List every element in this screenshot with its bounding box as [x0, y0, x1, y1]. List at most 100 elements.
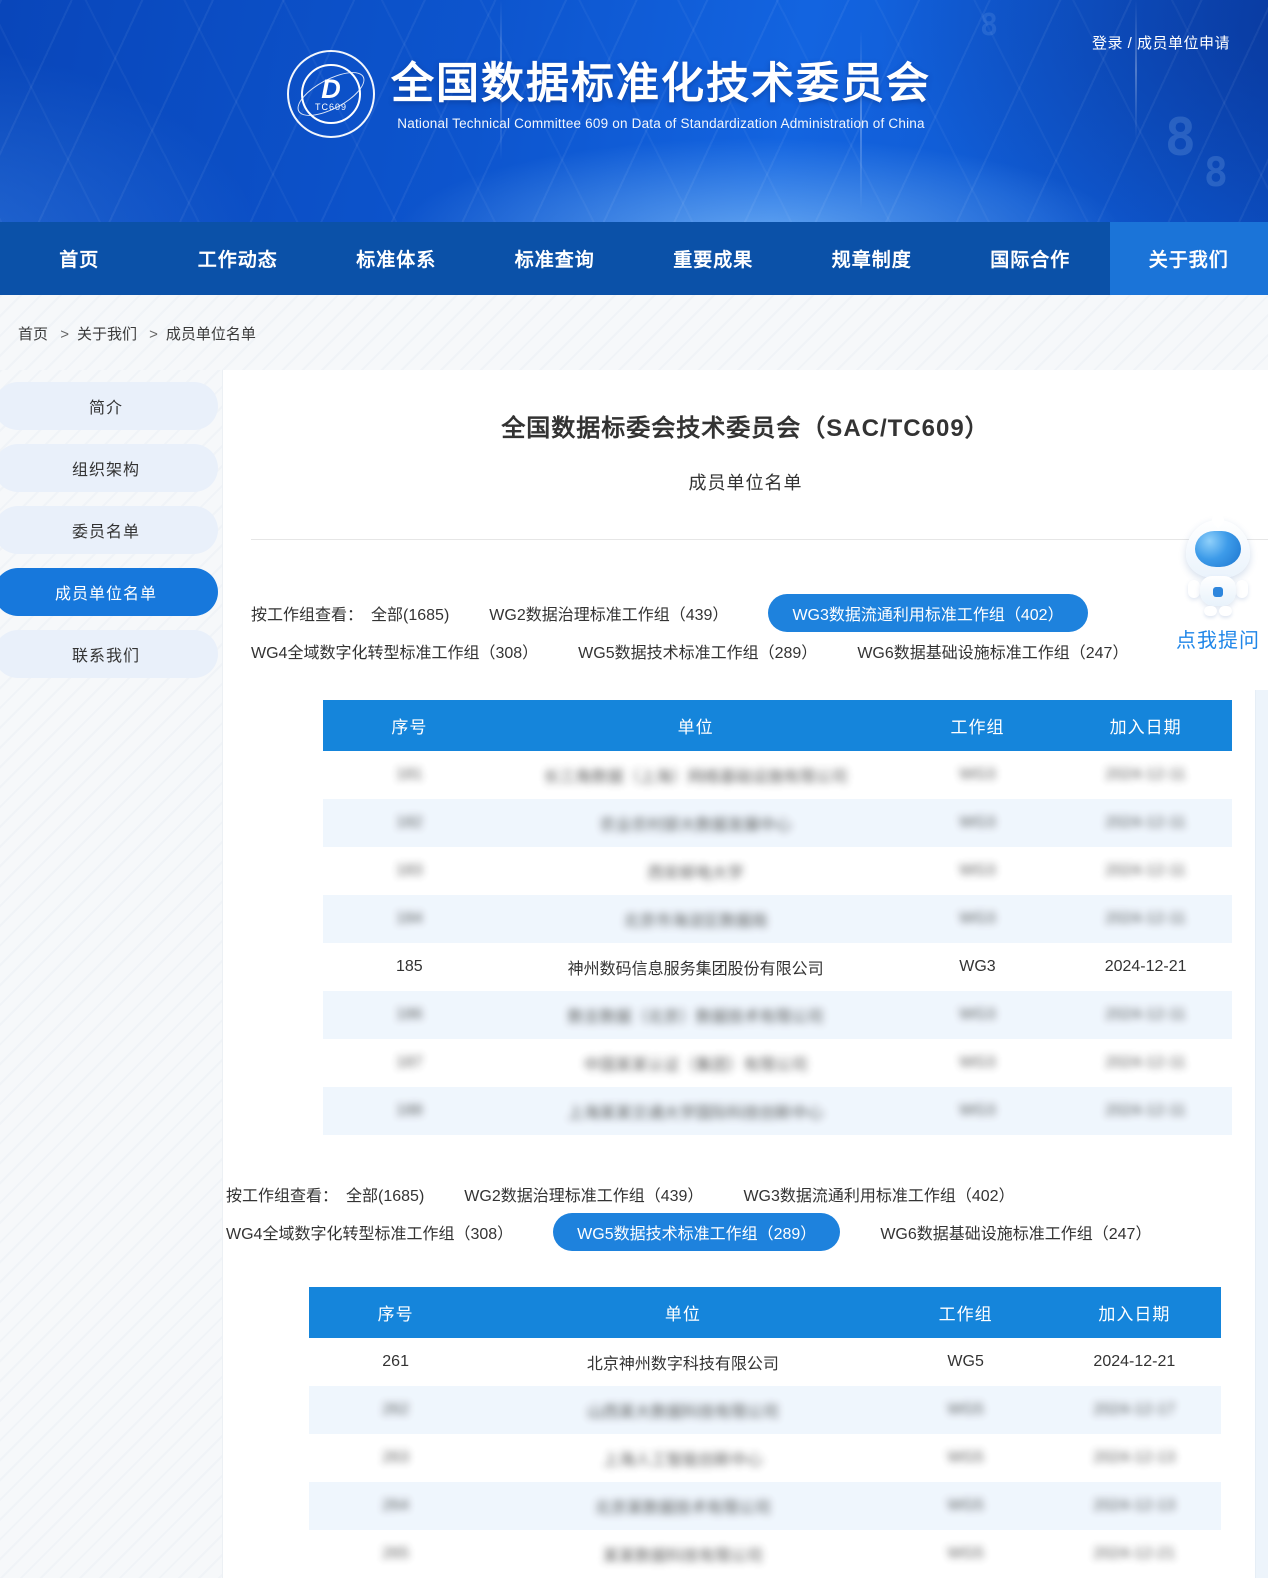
site-subtitle-en: National Technical Committee 609 on Data… [391, 116, 931, 131]
sidebar-item[interactable]: 联系我们 [0, 630, 218, 678]
site-title: 全国数据标准化技术委员会 [391, 58, 931, 110]
filter-option[interactable]: 全部(1685) [371, 594, 449, 632]
table-row: 187 中国某某认证（集团）有限公司 WG3 2024-12-11 [323, 1039, 1232, 1087]
breadcrumb-link[interactable]: 成员单位名单 [166, 326, 256, 343]
main-panel: 全国数据标委会技术委员会（SAC/TC609） 成员单位名单 点我提问 [222, 370, 1268, 1578]
cell-organization: 山西某大数据科技有限公司 [482, 1386, 883, 1434]
cell-join-date: 2024-12-21 [1048, 1338, 1221, 1386]
cell-workgroup: WG5 [884, 1434, 1048, 1482]
robot-leg [1204, 606, 1217, 616]
filter-options-row2: WG4全域数字化转型标准工作组（308） WG5数据技术标准工作组（289） W… [226, 1213, 1191, 1251]
filter-option[interactable]: WG4全域数字化转型标准工作组（308） [226, 1213, 513, 1251]
robot-chest-badge [1213, 587, 1223, 597]
cell-workgroup: WG5 [884, 1530, 1048, 1578]
nav-item[interactable]: 首页 [0, 222, 159, 295]
cell-join-date: 2024-12-13 [1048, 1434, 1221, 1482]
filter-option[interactable]: 全部(1685) [346, 1175, 424, 1213]
cell-organization: 中国某某认证（集团）有限公司 [496, 1039, 896, 1087]
table-row: 261 北京神州数字科技有限公司 WG5 2024-12-21 [309, 1338, 1221, 1386]
main-nav: 首页 工作动态 标准体系 标准查询 重要成果 规章制度 国际合作 关于我们 [0, 222, 1268, 295]
cell-organization: 上海人工智能创新中心 [482, 1434, 883, 1482]
filter-option[interactable]: WG5数据技术标准工作组（289） [578, 632, 817, 670]
filter-row: 按工作组查看： 全部(1685) WG2数据治理标准工作组（439） WG3数据… [251, 594, 1268, 632]
table-header-row: 序号 单位 工作组 加入日期 [309, 1287, 1221, 1338]
breadcrumb-link[interactable]: 关于我们 [77, 326, 137, 343]
cell-organization: 农业农村部大数据发展中心 [496, 799, 896, 847]
cell-organization: 北京市海淀区数据局 [496, 895, 896, 943]
cell-workgroup: WG5 [884, 1386, 1048, 1434]
logo-code: TC609 [315, 102, 347, 112]
breadcrumb-separator: > [60, 326, 69, 343]
cell-serial: 265 [309, 1530, 482, 1578]
cell-workgroup: WG5 [884, 1338, 1048, 1386]
login-member-apply-link[interactable]: 登录 / 成员单位申请 [1092, 32, 1230, 53]
nav-item[interactable]: 重要成果 [634, 222, 793, 295]
title-divider [251, 539, 1268, 540]
filter-option[interactable]: WG2数据治理标准工作组（439） [464, 1175, 703, 1213]
robot-face-screen [1195, 531, 1241, 567]
cell-organization: 某某数据科技有限公司 [482, 1530, 883, 1578]
nav-item[interactable]: 工作动态 [159, 222, 318, 295]
logo-letter: D [321, 77, 341, 102]
filter-option[interactable]: WG2数据治理标准工作组（439） [489, 594, 728, 632]
cell-join-date: 2024-12-11 [1059, 1087, 1232, 1135]
sidebar-item[interactable]: 简介 [0, 382, 218, 430]
sidebar-item[interactable]: 委员名单 [0, 506, 218, 554]
assistant-widget[interactable]: 点我提问 [1172, 518, 1264, 653]
cell-workgroup: WG3 [896, 895, 1060, 943]
filter-option[interactable]: WG6数据基础设施标准工作组（247） [880, 1213, 1151, 1251]
cell-join-date: 2024-12-11 [1059, 1039, 1232, 1087]
cell-serial: 181 [323, 751, 496, 799]
sidebar-item[interactable]: 成员单位名单 [0, 568, 218, 616]
nav-item[interactable]: 国际合作 [951, 222, 1110, 295]
breadcrumb-link[interactable]: 首页 [18, 326, 48, 343]
filter-row: 按工作组查看： 全部(1685) WG2数据治理标准工作组（439） WG3数据… [226, 1175, 1268, 1213]
workgroup-filter-1: 按工作组查看： 全部(1685) WG2数据治理标准工作组（439） WG3数据… [251, 594, 1268, 670]
cell-serial: 261 [309, 1338, 482, 1386]
content-area: 简介 组织架构 委员名单 成员单位名单 联系我们 全国数据标委会技术委员会（SA… [0, 370, 1268, 1578]
cell-workgroup: WG3 [896, 751, 1060, 799]
cell-serial: 184 [323, 895, 496, 943]
sidebar-item[interactable]: 组织架构 [0, 444, 218, 492]
filter-option[interactable]: WG4全域数字化转型标准工作组（308） [251, 632, 538, 670]
cell-join-date: 2024-12-11 [1059, 991, 1232, 1039]
filter-option[interactable]: WG6数据基础设施标准工作组（247） [857, 632, 1128, 670]
banner-light-beam [1135, 0, 1137, 140]
breadcrumb-item: > 成员单位名单 [141, 326, 256, 343]
cell-serial: 183 [323, 847, 496, 895]
site-banner: 8 8 8 登录 / 成员单位申请 D TC609 全国数据标准化技术委员会 N… [0, 0, 1268, 222]
nav-item[interactable]: 规章制度 [793, 222, 952, 295]
ask-me-label[interactable]: 点我提问 [1172, 624, 1264, 653]
sidebar-menu: 简介 组织架构 委员名单 成员单位名单 联系我们 [0, 370, 222, 1578]
robot-head [1186, 520, 1250, 578]
page-title: 全国数据标委会技术委员会（SAC/TC609） [223, 408, 1268, 443]
cell-join-date: 2024-12-21 [1048, 1530, 1221, 1578]
right-edge-strip [1255, 690, 1268, 1578]
filter-options-row1: 全部(1685) WG2数据治理标准工作组（439） WG3数据流通利用标准工作… [346, 1175, 1055, 1213]
nav-item[interactable]: 关于我们 [1110, 222, 1268, 295]
cell-serial: 263 [309, 1434, 482, 1482]
cell-workgroup: WG3 [896, 847, 1060, 895]
filter-option[interactable]: WG3数据流通利用标准工作组（402） [768, 594, 1087, 632]
cell-serial: 264 [309, 1482, 482, 1530]
cell-join-date: 2024-12-17 [1048, 1386, 1221, 1434]
cell-join-date: 2024-12-21 [1059, 943, 1232, 991]
table-row: 183 西安邮电大学 WG3 2024-12-11 [323, 847, 1232, 895]
filter-option[interactable]: WG3数据流通利用标准工作组（402） [743, 1175, 1014, 1213]
robot-mascot-icon[interactable] [1182, 518, 1254, 618]
robot-arm [1236, 580, 1248, 598]
nav-item[interactable]: 标准查询 [476, 222, 635, 295]
robot-body [1200, 576, 1236, 606]
cell-serial: 186 [323, 991, 496, 1039]
table-header-cell: 单位 [482, 1287, 883, 1338]
table-header-cell: 工作组 [896, 700, 1060, 751]
table-header-cell: 加入日期 [1059, 700, 1232, 751]
cell-join-date: 2024-12-11 [1059, 847, 1232, 895]
cell-join-date: 2024-12-11 [1059, 895, 1232, 943]
breadcrumb-separator: > [149, 326, 158, 343]
nav-item[interactable]: 标准体系 [317, 222, 476, 295]
cell-workgroup: WG3 [896, 799, 1060, 847]
filter-option[interactable]: WG5数据技术标准工作组（289） [553, 1213, 840, 1251]
filter-options-row2: WG4全域数字化转型标准工作组（308） WG5数据技术标准工作组（289） W… [251, 632, 1168, 670]
cell-join-date: 2024-12-11 [1059, 751, 1232, 799]
